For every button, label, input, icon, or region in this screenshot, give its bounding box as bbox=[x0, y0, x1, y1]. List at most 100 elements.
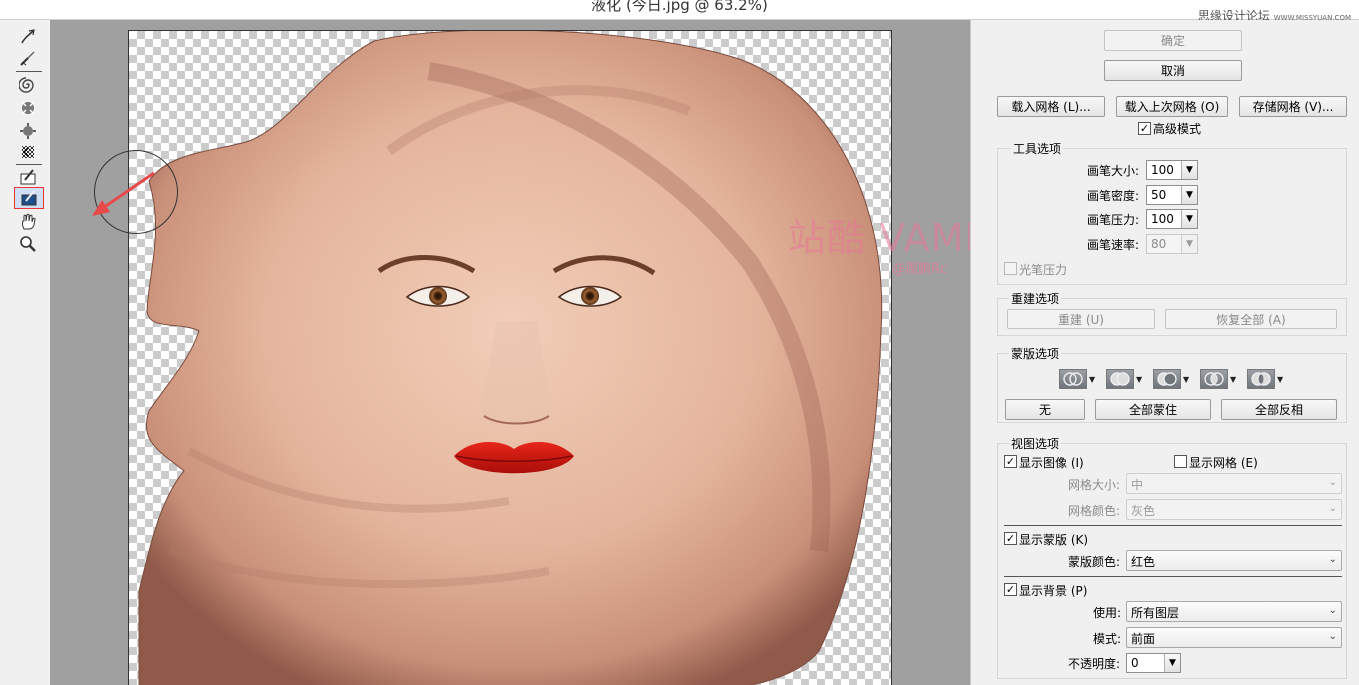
cancel-button[interactable]: 取消 bbox=[1104, 60, 1242, 81]
mode-label: 模式: bbox=[1093, 632, 1122, 646]
mesh-size-value: 中 bbox=[1131, 478, 1144, 492]
ok-button[interactable]: 确定 bbox=[1104, 30, 1242, 51]
chevron-down-icon: ⌄ bbox=[1328, 503, 1337, 514]
restore-all-button[interactable]: 恢复全部 (A) bbox=[1165, 309, 1337, 329]
chevron-down-icon[interactable]: ▼ bbox=[1181, 161, 1197, 179]
chevron-down-icon[interactable]: ▼ bbox=[1277, 375, 1283, 384]
twirl-clockwise-icon[interactable] bbox=[16, 74, 40, 96]
opacity-value: 0 bbox=[1131, 656, 1139, 670]
show-mask-label: 显示蒙版 (K) bbox=[1019, 533, 1089, 547]
mesh-color-select[interactable]: 灰色 ⌄ bbox=[1126, 499, 1342, 520]
mesh-color-value: 灰色 bbox=[1131, 504, 1156, 518]
chevron-down-icon[interactable]: ▼ bbox=[1230, 375, 1236, 384]
brush-pressure-value: 100 bbox=[1151, 212, 1174, 226]
brush-rate-field[interactable]: 80 ▼ bbox=[1146, 234, 1198, 254]
use-layers-value: 所有图层 bbox=[1131, 606, 1180, 620]
tool-bar bbox=[0, 20, 50, 685]
brush-pressure-label: 画笔压力: bbox=[1087, 213, 1140, 227]
chevron-down-icon[interactable]: ▼ bbox=[1181, 235, 1197, 253]
mesh-color-label: 网格颜色: bbox=[1068, 504, 1121, 518]
stylus-pressure-checkbox[interactable] bbox=[1004, 262, 1017, 275]
chevron-down-icon[interactable]: ▼ bbox=[1181, 186, 1197, 204]
mesh-size-select[interactable]: 中 ⌄ bbox=[1126, 473, 1342, 494]
mode-select[interactable]: 前面 ⌄ bbox=[1126, 627, 1342, 648]
annotation-arrow bbox=[92, 171, 155, 216]
reconstruct-button[interactable]: 重建 (U) bbox=[1007, 309, 1155, 329]
mask-color-select[interactable]: 红色 ⌄ bbox=[1126, 550, 1342, 571]
brush-rate-label: 画笔速率: bbox=[1087, 238, 1140, 252]
show-image-checkbox[interactable]: ✓ bbox=[1004, 455, 1017, 468]
show-backdrop-checkbox[interactable]: ✓ bbox=[1004, 583, 1017, 596]
options-panel: 确定 取消 载入网格 (L)... 载入上次网格 (O) 存储网格 (V)...… bbox=[970, 20, 1359, 685]
mask-replace-icon bbox=[1059, 369, 1087, 389]
load-mesh-button[interactable]: 载入网格 (L)... bbox=[997, 96, 1105, 117]
chevron-down-icon[interactable]: ▼ bbox=[1164, 654, 1180, 672]
mask-replace-selection-button[interactable]: ▼ bbox=[1059, 368, 1097, 390]
chevron-down-icon: ⌄ bbox=[1328, 554, 1337, 565]
pucker-icon[interactable] bbox=[16, 97, 40, 119]
save-mesh-button[interactable]: 存储网格 (V)... bbox=[1239, 96, 1347, 117]
opacity-field[interactable]: 0 ▼ bbox=[1126, 653, 1181, 673]
liquified-face-image bbox=[138, 31, 883, 685]
invert-all-button[interactable]: 全部反相 bbox=[1221, 399, 1337, 420]
mask-color-label: 蒙版颜色: bbox=[1068, 555, 1121, 569]
brush-density-label: 画笔密度: bbox=[1087, 189, 1140, 203]
brush-size-label: 画笔大小: bbox=[1087, 164, 1140, 178]
mask-subtract-icon bbox=[1153, 369, 1181, 389]
divider bbox=[1004, 525, 1342, 526]
view-options-title: 视图选项 bbox=[1009, 435, 1062, 452]
show-mask-checkbox[interactable]: ✓ bbox=[1004, 532, 1017, 545]
show-mesh-checkbox[interactable] bbox=[1174, 455, 1187, 468]
chevron-down-icon[interactable]: ▼ bbox=[1089, 375, 1095, 384]
chevron-down-icon[interactable]: ▼ bbox=[1136, 375, 1142, 384]
image-canvas[interactable] bbox=[128, 30, 892, 685]
advanced-mode-checkbox[interactable]: ✓ bbox=[1138, 122, 1151, 135]
title-bar: 液化 (今日.jpg @ 63.2%) 思缘设计论坛 WWW.MISSYUAN.… bbox=[0, 0, 1359, 23]
chevron-down-icon[interactable]: ▼ bbox=[1181, 210, 1197, 228]
mask-subtract-button[interactable]: ▼ bbox=[1153, 368, 1191, 390]
tool-separator bbox=[16, 71, 42, 72]
brush-size-value: 100 bbox=[1151, 163, 1174, 177]
zoom-icon[interactable] bbox=[16, 233, 40, 255]
mesh-size-label: 网格大小: bbox=[1068, 478, 1121, 492]
brush-density-value: 50 bbox=[1151, 188, 1167, 202]
mask-all-button[interactable]: 全部蒙住 bbox=[1095, 399, 1211, 420]
reconstruct-options-title: 重建选项 bbox=[1009, 290, 1062, 307]
tool-separator bbox=[16, 164, 42, 165]
mask-none-button[interactable]: 无 bbox=[1005, 399, 1085, 420]
mask-intersect-icon bbox=[1200, 369, 1228, 389]
mask-intersect-button[interactable]: ▼ bbox=[1200, 368, 1238, 390]
mask-options-title: 蒙版选项 bbox=[1009, 345, 1062, 362]
tool-options-title: 工具选项 bbox=[1011, 140, 1064, 157]
mask-invert-button[interactable]: ▼ bbox=[1247, 368, 1285, 390]
use-label: 使用: bbox=[1093, 606, 1122, 620]
brush-density-field[interactable]: 50 ▼ bbox=[1146, 185, 1198, 205]
chevron-down-icon[interactable]: ▼ bbox=[1183, 375, 1189, 384]
bloat-icon[interactable] bbox=[16, 120, 40, 142]
freeze-mask-icon[interactable] bbox=[16, 166, 40, 188]
use-layers-select[interactable]: 所有图层 ⌄ bbox=[1126, 601, 1342, 622]
mask-add-button[interactable]: ▼ bbox=[1106, 368, 1144, 390]
advanced-mode-label: 高级模式 bbox=[1153, 122, 1202, 136]
mask-color-value: 红色 bbox=[1131, 555, 1156, 569]
push-left-icon[interactable] bbox=[16, 141, 40, 163]
preview-area[interactable] bbox=[50, 20, 970, 685]
show-mesh-label: 显示网格 (E) bbox=[1189, 456, 1258, 470]
chevron-down-icon: ⌄ bbox=[1328, 477, 1337, 488]
author-watermark: @周鹏Rc bbox=[892, 262, 948, 277]
brush-size-field[interactable]: 100 ▼ bbox=[1146, 160, 1198, 180]
mask-invert-icon bbox=[1247, 369, 1275, 389]
chevron-down-icon: ⌄ bbox=[1328, 605, 1337, 616]
hand-icon[interactable] bbox=[16, 211, 40, 233]
show-image-label: 显示图像 (I) bbox=[1019, 456, 1084, 470]
show-backdrop-label: 显示背景 (P) bbox=[1019, 584, 1088, 598]
mode-value: 前面 bbox=[1131, 632, 1156, 646]
brush-rate-value: 80 bbox=[1151, 237, 1167, 251]
mask-add-icon bbox=[1106, 369, 1134, 389]
reconstruct-icon[interactable] bbox=[16, 47, 40, 69]
brush-pressure-field[interactable]: 100 ▼ bbox=[1146, 209, 1198, 229]
thaw-mask-icon[interactable] bbox=[14, 187, 44, 209]
opacity-label: 不透明度: bbox=[1068, 657, 1121, 671]
load-last-mesh-button[interactable]: 载入上次网格 (O) bbox=[1116, 96, 1228, 117]
forward-warp-icon[interactable] bbox=[16, 26, 40, 48]
